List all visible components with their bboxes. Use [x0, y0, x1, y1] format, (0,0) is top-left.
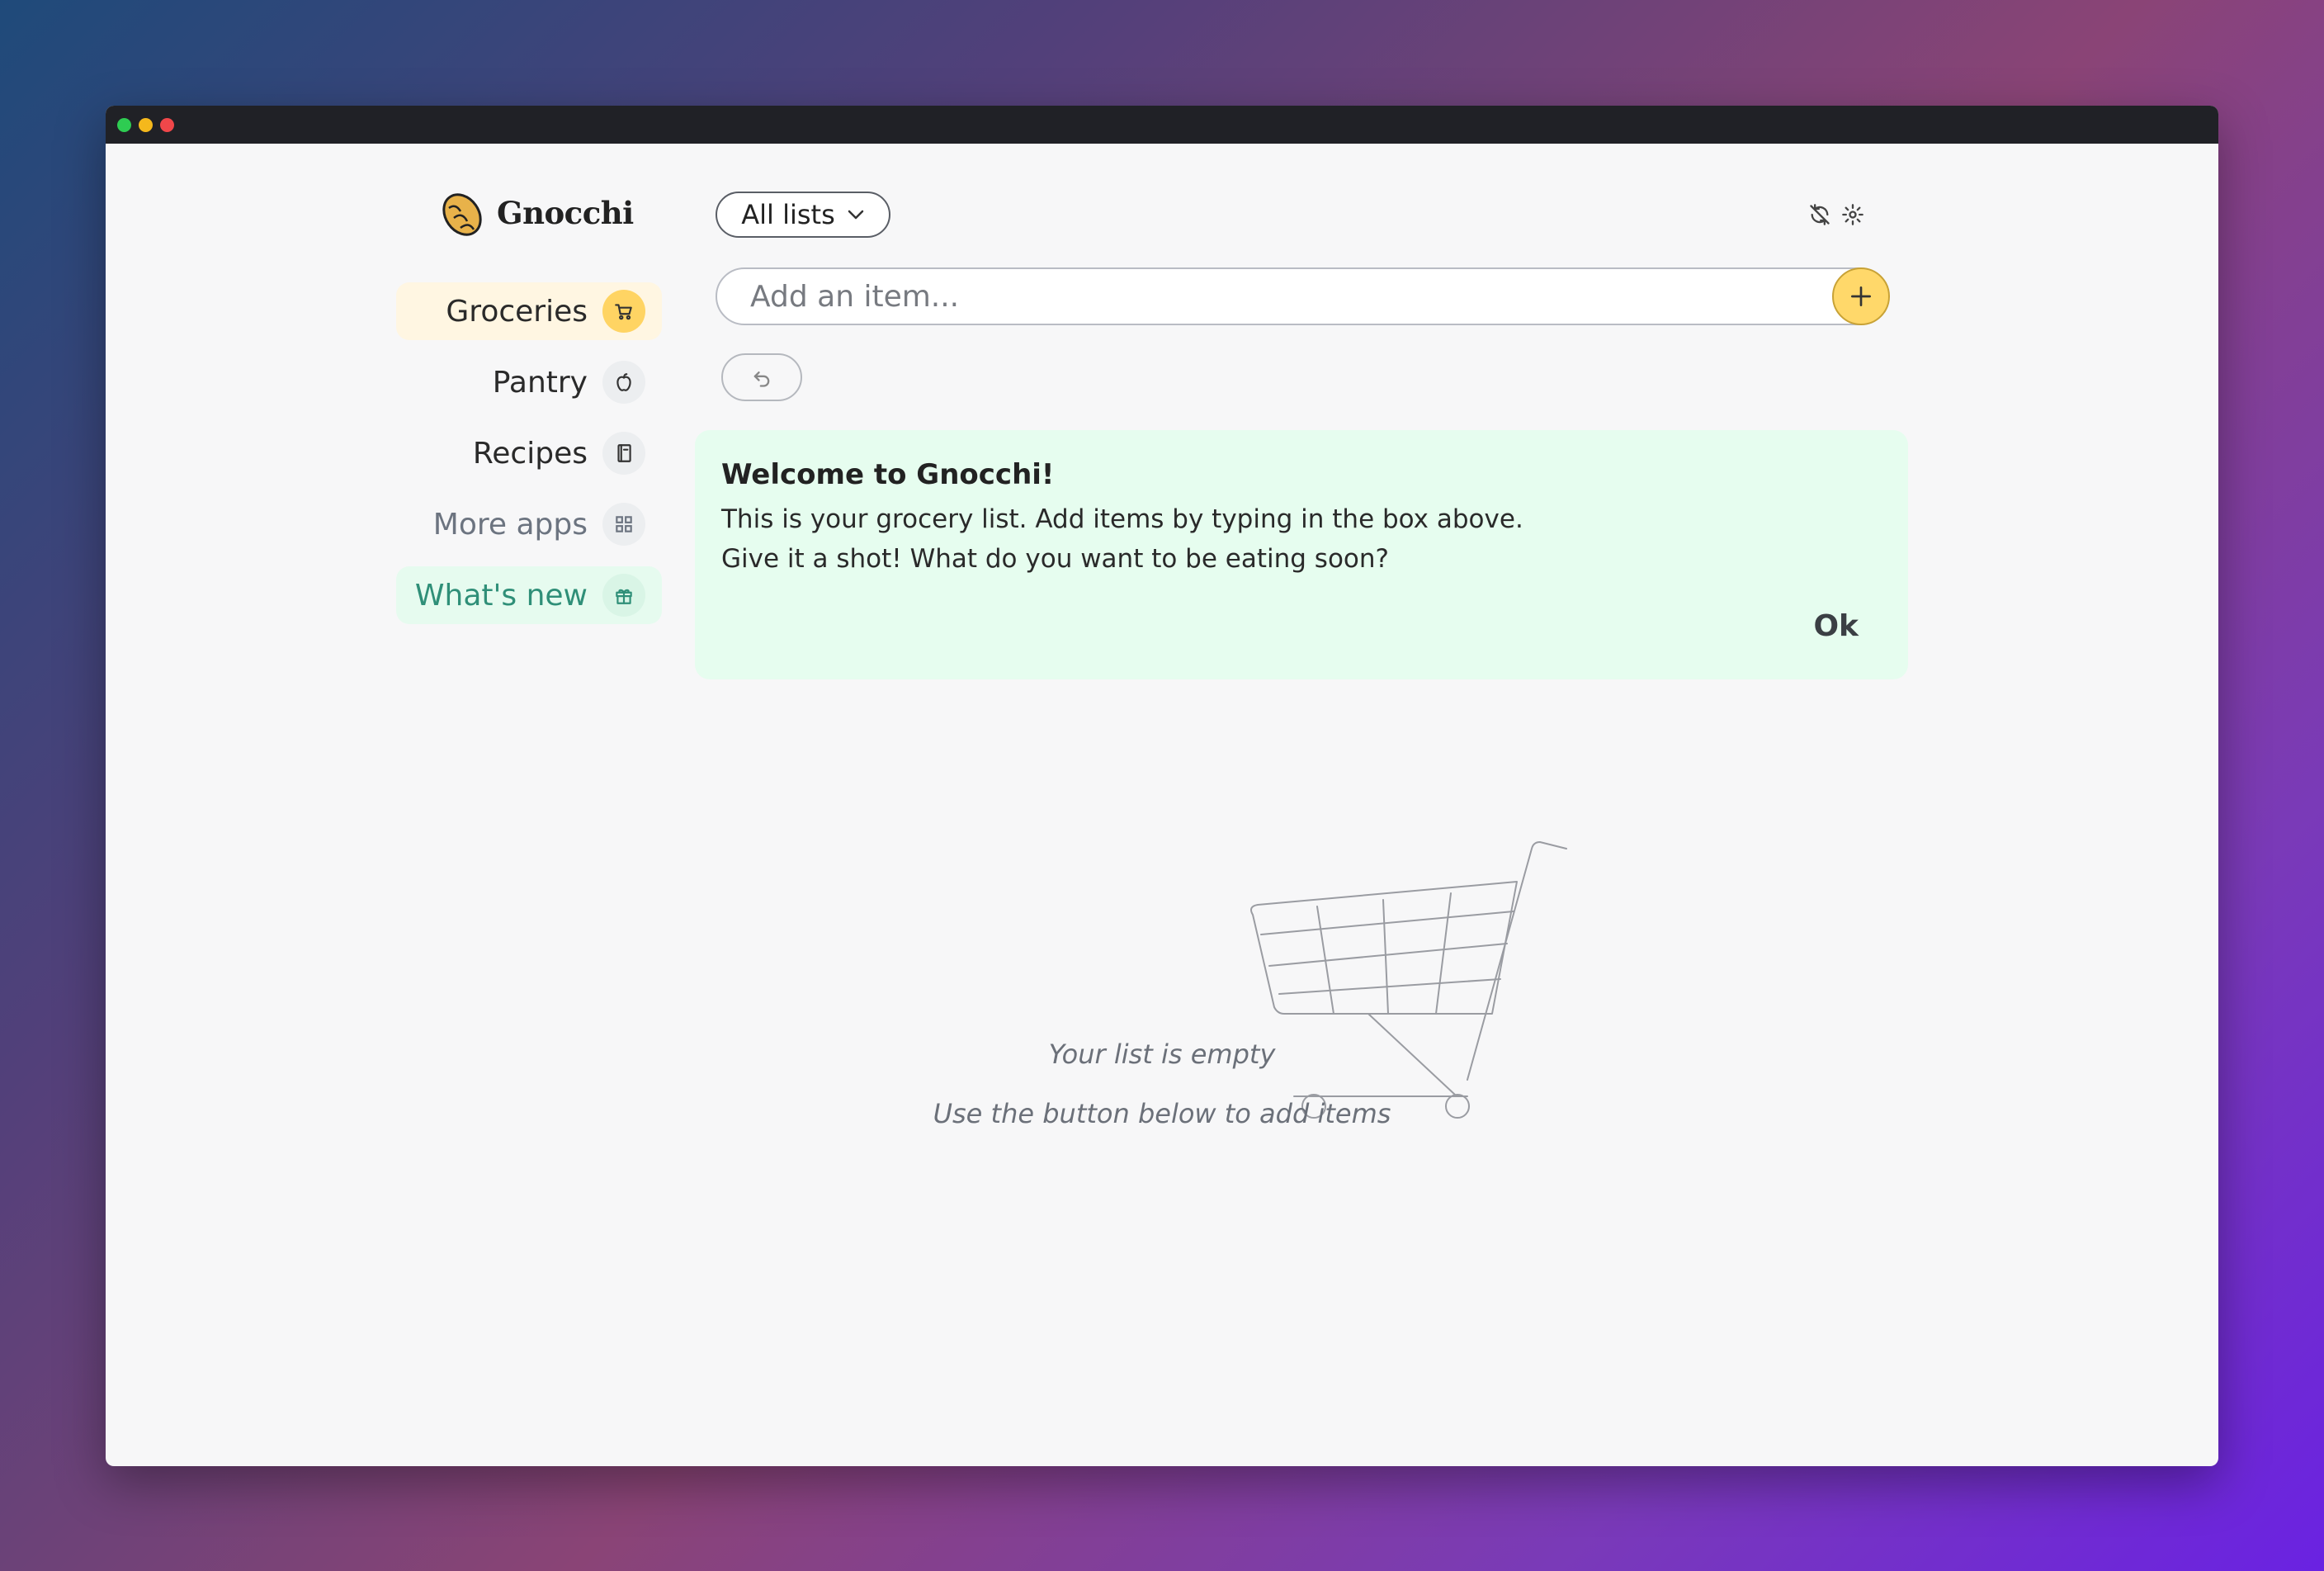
- empty-state-title: Your list is empty: [1048, 1039, 1276, 1070]
- header-actions: [1807, 201, 1866, 228]
- welcome-panel: Welcome to Gnocchi! This is your grocery…: [695, 430, 1908, 679]
- gift-icon: [602, 574, 645, 617]
- welcome-line-2: Give it a shot! What do you want to be e…: [721, 544, 1389, 574]
- gnocchi-logo-icon: [442, 193, 482, 236]
- undo-button[interactable]: [721, 353, 802, 401]
- app-logo[interactable]: Gnocchi: [437, 155, 634, 271]
- undo-icon: [753, 371, 770, 387]
- apple-icon: [602, 361, 645, 404]
- sidebar-item-pantry[interactable]: Pantry: [396, 353, 662, 411]
- chevron-down-icon: [848, 210, 863, 220]
- book-icon: [602, 432, 645, 475]
- sidebar-item-recipes[interactable]: Recipes: [396, 424, 662, 482]
- list-selector-value: All lists: [741, 199, 835, 230]
- welcome-ok-button[interactable]: Ok: [1813, 609, 1859, 643]
- list-selector[interactable]: All lists: [716, 192, 890, 238]
- cart-icon: [602, 290, 645, 333]
- sync-off-icon[interactable]: [1807, 201, 1833, 228]
- window-maximize-button[interactable]: [117, 118, 131, 132]
- sidebar-item-groceries[interactable]: Groceries: [396, 282, 662, 340]
- sidebar-item-label: What's new: [414, 578, 588, 613]
- sidebar-item-label: Recipes: [472, 436, 588, 471]
- sidebar-item-label: Groceries: [446, 294, 588, 329]
- empty-cart-illustration: [1250, 841, 1567, 1119]
- add-item-button[interactable]: [1832, 267, 1890, 325]
- app-window: Gnocchi Groceries Pantry Recipes More ap…: [106, 106, 2218, 1466]
- sidebar-item-label: Pantry: [492, 365, 588, 400]
- window-minimize-button[interactable]: [139, 118, 153, 132]
- welcome-title: Welcome to Gnocchi!: [721, 458, 1055, 491]
- window-close-button[interactable]: [160, 118, 174, 132]
- title-bar: [106, 106, 2218, 144]
- plus-icon: [1851, 286, 1871, 306]
- gear-icon[interactable]: [1840, 201, 1866, 228]
- empty-state-subtitle: Use the button below to add items: [933, 1098, 1391, 1129]
- sidebar-item-label: More apps: [432, 507, 588, 542]
- grid-icon: [602, 503, 645, 546]
- add-item-input[interactable]: [716, 267, 1886, 325]
- welcome-line-1: This is your grocery list. Add items by …: [721, 504, 1523, 534]
- sidebar-item-more-apps[interactable]: More apps: [396, 495, 662, 553]
- welcome-body: This is your grocery list. Add items by …: [721, 499, 1882, 579]
- app-name: Gnocchi: [497, 195, 634, 231]
- sidebar-item-whats-new[interactable]: What's new: [396, 566, 662, 624]
